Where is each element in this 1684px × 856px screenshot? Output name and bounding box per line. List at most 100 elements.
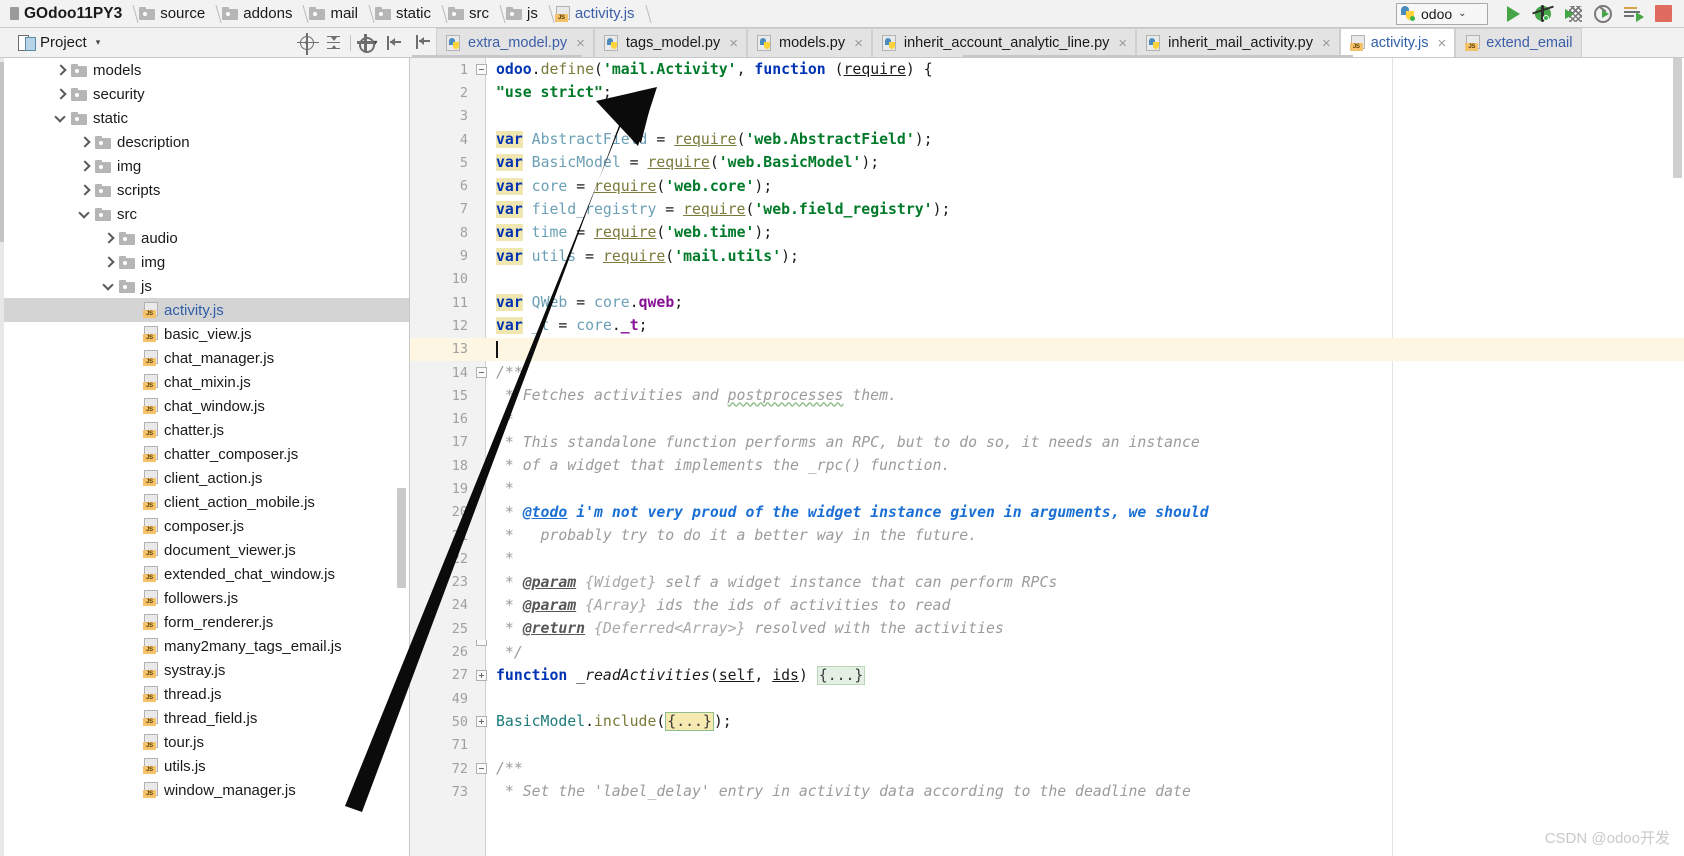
fold-plus-icon[interactable] (476, 716, 487, 728)
tree-node-window-manager-js[interactable]: JS window_manager.js (0, 778, 409, 802)
collapse-all-button[interactable] (321, 31, 345, 55)
editor-tab-extend-email[interactable]: JS extend_email (1455, 28, 1582, 57)
tree-node-img[interactable]: img (0, 250, 409, 274)
close-icon[interactable]: × (854, 36, 863, 51)
code-line[interactable]: 27 function _readActivities(self, ids) {.… (410, 664, 1684, 687)
breadcrumb-item-godoo11py3[interactable]: GOdoo11PY3 (4, 2, 125, 26)
tree-node-basic-view-js[interactable]: JS basic_view.js (0, 322, 409, 346)
code-line[interactable]: 14 /** (410, 361, 1684, 384)
breadcrumb-item-addons[interactable]: addons (219, 2, 295, 26)
code-line[interactable]: 5 var BasicModel = require('web.BasicMode… (410, 151, 1684, 174)
profile-button[interactable] (1588, 1, 1618, 27)
tree-node-composer-js[interactable]: JS composer.js (0, 514, 409, 538)
code-line[interactable]: 49 (410, 687, 1684, 710)
code-line[interactable]: 72 /** (410, 757, 1684, 780)
editor-tab-inherit-account-analytic-line-py[interactable]: inherit_account_analytic_line.py × (871, 28, 1137, 57)
breadcrumb-item-static[interactable]: static (372, 2, 434, 26)
editor-tab-activity-js[interactable]: JS activity.js × (1339, 28, 1456, 57)
code-line[interactable]: 20 * @todo i'm not very proud of the wid… (410, 501, 1684, 524)
code-line[interactable]: 25 * @return {Deferred<Array>} resolved … (410, 617, 1684, 640)
tree-node-systray-js[interactable]: JS systray.js (0, 658, 409, 682)
fold-minus-icon[interactable] (476, 64, 487, 75)
code-line[interactable]: 19 * (410, 477, 1684, 500)
tree-node-js[interactable]: js (0, 274, 409, 298)
tree-node-chat-mixin-js[interactable]: JS chat_mixin.js (0, 370, 409, 394)
coverage-button[interactable] (1558, 1, 1588, 27)
code-line[interactable]: 18 * of a widget that implements the _rp… (410, 454, 1684, 477)
code-line[interactable]: 8 var time = require('web.time'); (410, 221, 1684, 244)
chevron-right-icon[interactable] (78, 184, 91, 197)
fold-end-icon[interactable] (476, 640, 487, 647)
run-with-params-button[interactable] (1618, 1, 1648, 27)
tree-node-extended-chat-window-js[interactable]: JS extended_chat_window.js (0, 562, 409, 586)
tree-node-audio[interactable]: audio (0, 226, 409, 250)
tree-node-chat-manager-js[interactable]: JS chat_manager.js (0, 346, 409, 370)
code-editor[interactable]: 1 odoo.define('mail.Activity', function (… (410, 58, 1684, 856)
run-configuration-selector[interactable]: odoo ⌄ (1396, 2, 1488, 25)
code-line[interactable]: 6 var core = require('web.core'); (410, 174, 1684, 197)
code-line[interactable]: 50 BasicModel.include({...}); (410, 710, 1684, 733)
debug-button[interactable] (1528, 1, 1558, 27)
tree-node-static[interactable]: static (0, 106, 409, 130)
editor-tab-inherit-mail-activity-py[interactable]: inherit_mail_activity.py × (1136, 28, 1340, 57)
tree-node-src[interactable]: src (0, 202, 409, 226)
code-line[interactable]: 10 (410, 268, 1684, 291)
tree-node-client-action-js[interactable]: JS client_action.js (0, 466, 409, 490)
chevron-down-icon[interactable] (54, 112, 67, 125)
fold-minus-icon[interactable] (476, 762, 487, 774)
hide-panel-button[interactable] (382, 31, 406, 55)
editor-tab-tags-model-py[interactable]: tags_model.py × (593, 28, 747, 57)
code-line[interactable]: 11 var QWeb = core.qweb; (410, 291, 1684, 314)
code-line[interactable]: 9 var utils = require('mail.utils'); (410, 244, 1684, 267)
tree-node-chat-window-js[interactable]: JS chat_window.js (0, 394, 409, 418)
chevron-right-icon[interactable] (54, 88, 67, 101)
tree-node-description[interactable]: description (0, 130, 409, 154)
tree-node-thread-js[interactable]: JS thread.js (0, 682, 409, 706)
breadcrumb-item-src[interactable]: src (445, 2, 492, 26)
run-button[interactable] (1498, 1, 1528, 27)
code-line[interactable]: 23 * @param {Widget} self a widget insta… (410, 571, 1684, 594)
close-icon[interactable]: × (1437, 36, 1446, 51)
code-line[interactable]: 3 (410, 105, 1684, 128)
close-icon[interactable]: × (1118, 36, 1127, 51)
editor-tab-extra-model-py[interactable]: extra_model.py × (436, 28, 594, 57)
tree-node-scripts[interactable]: scripts (0, 178, 409, 202)
tree-node-many2many-tags-email-js[interactable]: JS many2many_tags_email.js (0, 634, 409, 658)
tree-scrollbar[interactable] (397, 488, 406, 588)
code-line[interactable]: 73 * Set the 'label_delay' entry in acti… (410, 780, 1684, 803)
code-lines[interactable]: 1 odoo.define('mail.Activity', function (… (410, 58, 1684, 856)
close-icon[interactable]: × (576, 36, 585, 51)
tree-node-followers-js[interactable]: JS followers.js (0, 586, 409, 610)
chevron-right-icon[interactable] (102, 232, 115, 245)
code-line[interactable]: 16 * (410, 407, 1684, 430)
fold-plus-icon[interactable] (476, 669, 487, 681)
close-icon[interactable]: × (729, 36, 738, 51)
hide-tabs-button[interactable] (410, 28, 436, 57)
stop-button[interactable] (1648, 1, 1678, 27)
code-line[interactable]: 15 * Fetches activities and postprocesse… (410, 384, 1684, 407)
tree-left-scroll-thumb[interactable] (0, 62, 4, 242)
tree-node-utils-js[interactable]: JS utils.js (0, 754, 409, 778)
code-line[interactable]: 22 * (410, 547, 1684, 570)
chevron-down-icon[interactable] (78, 208, 91, 221)
tree-node-chatter-js[interactable]: JS chatter.js (0, 418, 409, 442)
tree-node-document-viewer-js[interactable]: JS document_viewer.js (0, 538, 409, 562)
tree-node-chatter-composer-js[interactable]: JS chatter_composer.js (0, 442, 409, 466)
tree-node-img[interactable]: img (0, 154, 409, 178)
code-line[interactable]: 13 (410, 337, 1684, 361)
project-file-tree[interactable]: models security static description img script… (0, 58, 410, 856)
chevron-down-icon[interactable]: ▾ (96, 37, 101, 48)
breadcrumb-item-js[interactable]: js (503, 2, 541, 26)
tree-node-tour-js[interactable]: JS tour.js (0, 730, 409, 754)
chevron-right-icon[interactable] (54, 64, 67, 77)
editor-tab-models-py[interactable]: models.py × (746, 28, 872, 57)
code-line[interactable]: 7 var field_registry = require('web.field… (410, 198, 1684, 221)
breadcrumb-item-activity-js[interactable]: JS activity.js (552, 2, 638, 26)
code-line[interactable]: 26 */ (410, 640, 1684, 663)
close-icon[interactable]: × (1322, 36, 1331, 51)
locate-file-button[interactable] (295, 31, 319, 55)
code-line[interactable]: 4 var AbstractField = require('web.Abstra… (410, 128, 1684, 151)
tree-node-security[interactable]: security (0, 82, 409, 106)
code-line[interactable]: 24 * @param {Array} ids the ids of activ… (410, 594, 1684, 617)
code-line[interactable]: 1 odoo.define('mail.Activity', function (… (410, 58, 1684, 81)
